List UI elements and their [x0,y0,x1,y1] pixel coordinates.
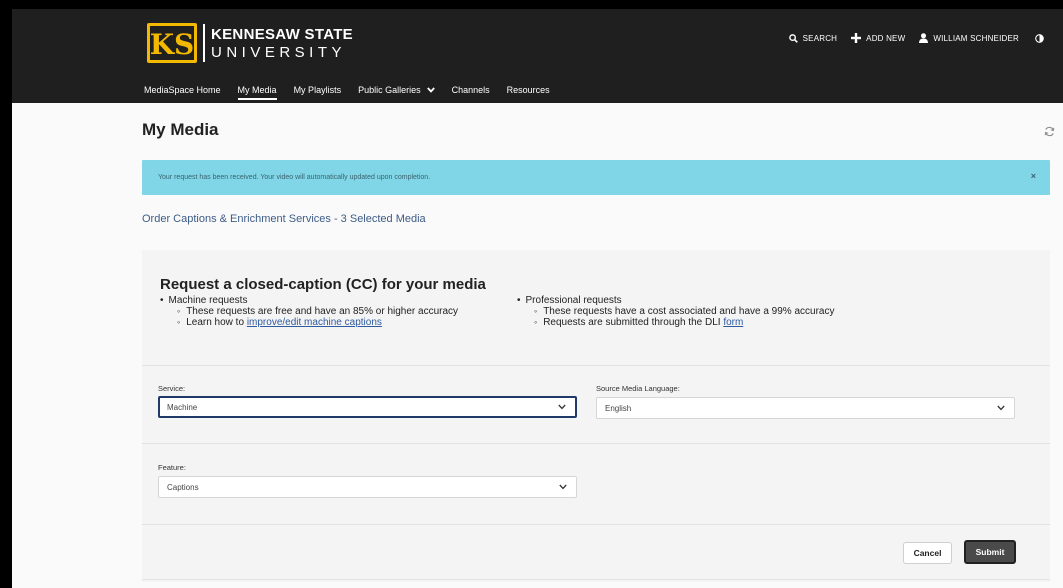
submit-button[interactable]: Submit [964,540,1016,564]
machine-item-2-text: Learn how to [186,317,247,328]
logo-divider [203,24,205,62]
add-new-label: ADD NEW [866,33,906,43]
contrast-toggle[interactable] [1035,33,1049,43]
service-value: Machine [167,402,198,412]
refresh-icon[interactable] [1044,126,1055,137]
improve-captions-link[interactable]: improve/edit machine captions [247,317,382,328]
source-language-label: Source Media Language: [596,384,680,393]
alert-message: Your request has been received. Your vid… [158,174,431,181]
professional-item-1-text: These requests have a cost associated an… [543,306,835,317]
ksu-logo-mark-icon: KS [147,23,197,63]
chevron-down-icon [997,405,1005,411]
chevron-down-icon [426,87,435,93]
feature-label: Feature: [158,463,186,472]
chevron-down-icon [558,404,566,410]
machine-item-1-text: These requests are free and have an 85% … [186,306,459,317]
alert-close-button[interactable]: × [1031,171,1036,181]
cancel-button[interactable]: Cancel [903,542,952,564]
cc-request-title: Request a closed-caption (CC) for your m… [160,276,486,293]
search-button[interactable]: SEARCH [788,33,838,43]
logo-wordmark: KENNESAW STATE UNIVERSITY [211,27,353,60]
nav-mediaspace-home[interactable]: MediaSpace Home [144,80,221,100]
professional-item-2: Requests are submitted through the DLI f… [517,317,835,328]
divider [142,579,1050,580]
main-content: My Media Your request has been received.… [12,103,1063,588]
success-alert: Your request has been received. Your vid… [142,160,1050,195]
divider [142,365,1050,366]
service-select[interactable]: Machine [158,396,577,418]
machine-heading-text: Machine requests [168,295,248,306]
contrast-icon [1035,33,1044,43]
nav-label: My Media [237,85,277,95]
nav-resources[interactable]: Resources [507,80,550,100]
source-language-select[interactable]: English [596,397,1015,419]
nav-my-media[interactable]: My Media [237,80,277,100]
chevron-down-icon [559,484,567,490]
nav-label: Public Galleries [358,85,421,95]
nav-channels[interactable]: Channels [452,80,490,100]
user-name-label: WILLIAM SCHNEIDER [933,33,1019,43]
nav-label: Channels [451,85,490,95]
plus-icon [851,33,862,43]
page-title: My Media [142,120,219,139]
feature-value: Captions [167,482,199,492]
ksu-logo[interactable]: KS KENNESAW STATE UNIVERSITY [145,21,353,65]
search-label: SEARCH [802,33,838,43]
main-nav: MediaSpace Home My Media My Playlists Pu… [144,80,567,100]
source-language-value: English [605,403,632,413]
dli-form-link[interactable]: form [723,317,743,328]
nav-my-playlists[interactable]: My Playlists [294,80,342,100]
professional-heading: Professional requests [517,295,835,306]
user-icon [919,33,929,43]
nav-public-galleries[interactable]: Public Galleries [358,80,435,100]
feature-select[interactable]: Captions [158,476,577,498]
nav-label: MediaSpace Home [144,85,221,95]
user-menu-button[interactable]: WILLIAM SCHNEIDER [919,33,1019,43]
svg-text:KS: KS [150,28,195,61]
caption-request-panel: Request a closed-caption (CC) for your m… [142,250,1050,582]
logo-line-2: UNIVERSITY [211,43,347,61]
divider [142,443,1050,444]
machine-requests-info: Machine requests These requests are free… [160,295,459,328]
nav-label: My Playlists [293,85,342,95]
machine-heading: Machine requests [160,295,458,306]
professional-item-2-text: Requests are submitted through the DLI [543,317,724,328]
divider [142,524,1050,525]
header-actions: SEARCH ADD NEW WILLIAM SCHNEIDER [775,33,1049,43]
window-frame-left [0,0,12,588]
nav-label: Resources [506,85,550,95]
window-frame-top [0,0,1063,9]
machine-item-2: Learn how to improve/edit machine captio… [160,317,458,328]
add-new-button[interactable]: ADD NEW [851,33,905,43]
order-captions-heading: Order Captions & Enrichment Services - 3… [142,213,426,225]
logo-line-1: KENNESAW STATE [211,25,353,43]
site-header: KS KENNESAW STATE UNIVERSITY SEARCH ADD … [12,9,1063,103]
search-icon [788,33,798,43]
professional-requests-info: Professional requests These requests hav… [517,295,835,328]
professional-item-1: These requests have a cost associated an… [517,306,835,317]
machine-item-1: These requests are free and have an 85% … [160,306,458,317]
professional-heading-text: Professional requests [525,295,622,306]
service-label: Service: [158,384,186,393]
